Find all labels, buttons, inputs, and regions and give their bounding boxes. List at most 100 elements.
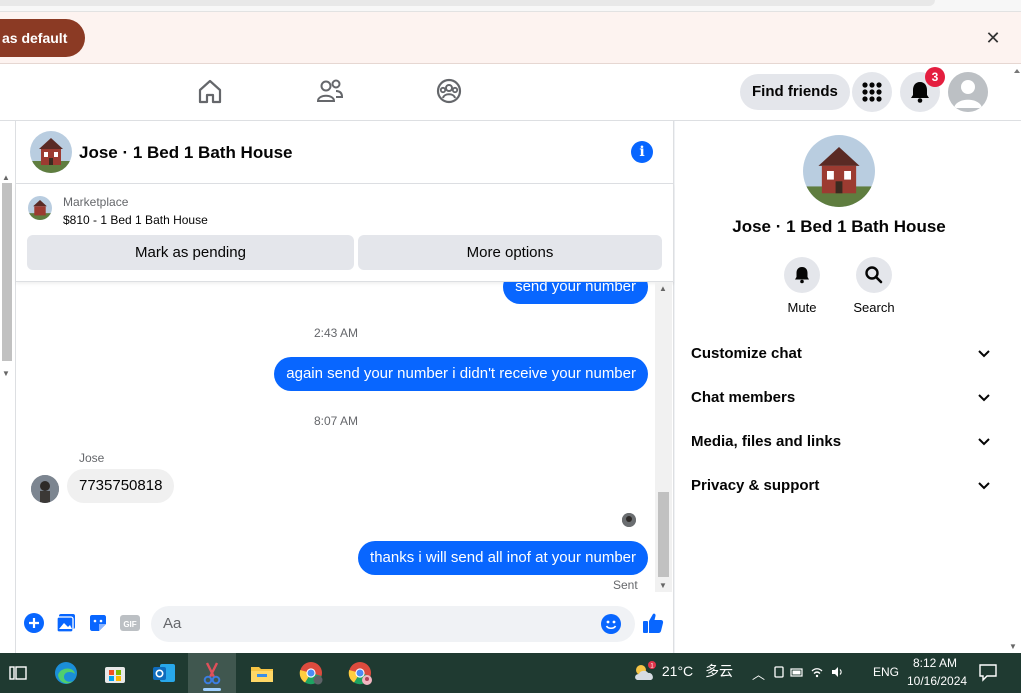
mute-button[interactable]: Mute (772, 257, 832, 315)
scroll-down-arrow[interactable]: ▼ (659, 581, 667, 590)
snipping-tool-icon[interactable] (198, 659, 226, 687)
chevron-down-icon (978, 482, 990, 490)
section-label: Media, files and links (691, 433, 842, 450)
notification-center-icon[interactable] (977, 662, 999, 682)
chrome-icon[interactable] (297, 659, 325, 687)
listing-thumbnail[interactable] (28, 196, 52, 220)
mute-label: Mute (787, 300, 817, 315)
svg-text:GIF: GIF (123, 620, 136, 629)
photo-icon[interactable] (55, 612, 77, 634)
search-label: Search (853, 300, 895, 315)
weather-widget[interactable]: 1 21°C 多云 (632, 661, 733, 683)
groups-icon[interactable] (434, 76, 464, 106)
mark-as-pending-button[interactable]: Mark as pending (27, 235, 354, 270)
outlook-icon[interactable] (150, 659, 178, 687)
more-options-button[interactable]: More options (358, 235, 662, 270)
windows-taskbar: 1 21°C 多云 ︿ ENG 8:12 AM 10/16/2024 (0, 653, 1021, 693)
message-input[interactable]: Aa (151, 606, 635, 642)
chat-list-panel: ▲ ▼ (0, 121, 16, 653)
outgoing-message[interactable]: again send your number i didn't receive … (274, 357, 648, 391)
chevron-down-icon (978, 438, 990, 446)
scroll-up-arrow[interactable]: ▲ (659, 284, 667, 293)
task-view-icon[interactable] (4, 659, 32, 687)
chevron-down-icon (978, 394, 990, 402)
system-tray[interactable]: ︿ (752, 664, 844, 683)
details-title: Jose · 1 Bed 1 Bath House (732, 217, 946, 236)
search-icon (865, 266, 883, 284)
grid-menu-icon (862, 82, 882, 102)
search-button[interactable]: Search (844, 257, 904, 315)
message-scrollbar[interactable]: ▲ ▼ (655, 282, 672, 592)
gif-icon[interactable]: GIF (119, 612, 141, 634)
device-icon[interactable] (773, 665, 785, 679)
edge-browser-icon[interactable] (52, 659, 80, 687)
chrome-profile-icon[interactable] (346, 659, 374, 687)
message-composer: GIF Aa (16, 592, 674, 653)
outgoing-message[interactable]: send your number (503, 282, 648, 304)
scroll-up-arrow[interactable] (1013, 64, 1021, 121)
browser-info-bar: as default ✕ (0, 12, 1021, 64)
conversation-title[interactable]: Jose · 1 Bed 1 Bath House (79, 143, 293, 163)
input-language[interactable]: ENG (873, 665, 899, 679)
marketplace-label: Marketplace (63, 195, 129, 209)
find-friends-button[interactable]: Find friends (740, 74, 850, 110)
incoming-message[interactable]: 7735750818 (67, 469, 175, 503)
like-icon[interactable] (641, 611, 665, 635)
sender-avatar[interactable] (31, 475, 59, 503)
outgoing-message[interactable]: thanks i will send all inof at your numb… (358, 541, 648, 575)
chevron-up-icon[interactable]: ︿ (752, 667, 767, 682)
section-label: Customize chat (691, 345, 802, 362)
marketplace-banner: Marketplace $810 - 1 Bed 1 Bath House Ma… (16, 184, 674, 282)
top-navigation: Find friends 3 (0, 64, 1021, 121)
wifi-icon[interactable] (810, 665, 824, 679)
house-avatar[interactable] (30, 131, 72, 173)
active-app-indicator (203, 688, 221, 691)
plus-icon[interactable] (23, 612, 45, 634)
bell-icon (795, 267, 809, 284)
file-explorer-icon[interactable] (248, 659, 276, 687)
sticker-icon[interactable] (87, 612, 109, 634)
scroll-down-arrow[interactable]: ▼ (2, 369, 10, 378)
message-input-placeholder: Aa (163, 615, 182, 632)
section-label: Privacy & support (691, 477, 820, 494)
menu-button[interactable] (852, 72, 892, 112)
battery-icon[interactable] (790, 665, 804, 679)
scroll-down-arrow[interactable]: ▼ (1009, 642, 1017, 651)
emoji-icon[interactable] (600, 613, 622, 635)
conversation-header: Jose · 1 Bed 1 Bath House i (16, 121, 674, 184)
message-status: Sent (613, 578, 638, 592)
customize-chat-section[interactable]: Customize chat (691, 336, 991, 372)
chevron-down-icon (978, 350, 990, 358)
set-as-default-button[interactable]: as default (0, 19, 86, 57)
cloudy-weather-icon: 1 (635, 661, 656, 681)
seen-indicator-avatar (622, 513, 636, 527)
default-avatar-icon (948, 72, 988, 112)
temperature: 21°C (661, 663, 694, 679)
scrollbar-thumb[interactable] (2, 183, 12, 361)
clock-date[interactable]: 10/16/2024 (907, 674, 967, 688)
timestamp-separator: 2:43 AM (313, 326, 359, 340)
home-icon[interactable] (195, 76, 225, 106)
scrollbar-thumb[interactable] (658, 492, 669, 577)
clock-time[interactable]: 8:12 AM (913, 656, 957, 670)
house-avatar[interactable] (803, 135, 875, 207)
address-bar[interactable] (0, 0, 935, 6)
message-list: send your number 2:43 AM again send your… (16, 282, 674, 592)
conversation-panel: Jose · 1 Bed 1 Bath House i Marketplace … (16, 121, 674, 653)
details-scrollbar[interactable]: ▼ (1004, 121, 1021, 653)
chat-members-section[interactable]: Chat members (691, 380, 991, 416)
microsoft-store-icon[interactable] (101, 659, 129, 687)
listing-title[interactable]: $810 - 1 Bed 1 Bath House (63, 213, 208, 227)
info-icon[interactable]: i (631, 141, 653, 163)
close-icon[interactable]: ✕ (983, 28, 1003, 48)
scroll-up-arrow[interactable]: ▲ (2, 173, 10, 182)
media-files-links-section[interactable]: Media, files and links (691, 424, 991, 460)
weather-condition: 多云 (705, 663, 734, 679)
privacy-support-section[interactable]: Privacy & support (691, 468, 991, 504)
conversation-details-panel: Jose · 1 Bed 1 Bath House Mute Search Cu… (675, 121, 1021, 653)
timestamp-separator: 8:07 AM (313, 414, 359, 428)
account-avatar[interactable] (948, 72, 988, 112)
section-label: Chat members (691, 389, 796, 406)
friends-icon[interactable] (315, 76, 345, 106)
volume-icon[interactable] (830, 665, 844, 679)
